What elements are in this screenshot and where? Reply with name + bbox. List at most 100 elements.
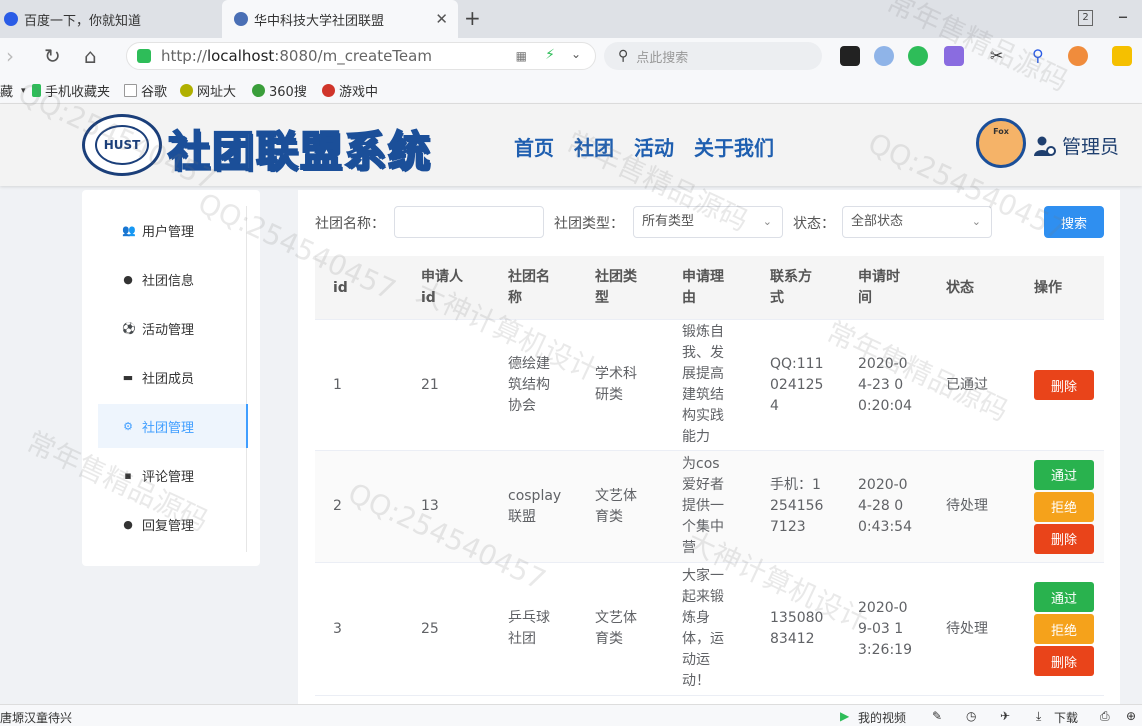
reload-icon[interactable]: ↻ [44,44,61,68]
nav-activities[interactable]: 活动 [634,132,674,161]
seal-text: HUST [95,125,149,165]
browser-search-box[interactable]: ⚲ 点此搜索 [604,42,822,70]
approve-button[interactable]: 通过 [1034,459,1094,490]
club-type-select[interactable]: 所有类型 ⌄ [633,206,783,238]
sidebar-item-label: 用户管理 [142,224,195,240]
game-icon [322,84,335,97]
folder-icon: ▬ [122,370,134,384]
site-icon [252,84,265,97]
cell-club-name: 德绘建筑结构协会 [508,355,550,414]
extension-icon[interactable] [874,46,894,66]
comment-icon: ▪ [124,468,132,482]
system-title-logo: 社团联盟系统 [167,126,433,177]
club-name-label: 社团名称： [315,216,385,232]
sidebar-item-label: 社团信息 [142,273,195,289]
download-icon: ⤓ [1036,709,1042,723]
cell-contact: 手机：12541567123 [770,477,824,535]
bookmark-item[interactable]: 网址大 [180,81,236,100]
chat-icon: ● [123,272,133,286]
cell-club-name: cosplay联盟 [508,487,562,525]
site-icon [180,84,193,97]
column-header: 申请理由 [682,269,724,306]
sidebar-item-comments[interactable]: ▪ 评论管理 [98,453,248,497]
address-bar[interactable]: http://localhost:8080/m_createTeam ▦ ⚡ ⌄ [126,42,596,70]
home-icon[interactable]: ⌂ [84,44,97,68]
reject-button[interactable]: 拒绝 [1034,491,1094,522]
cell-time: 2020-09-03 13:26:19 [858,599,912,658]
sidebar-item-club-management[interactable]: ⚙ 社团管理 [98,404,248,448]
video-icon: ▶ [840,709,850,723]
phone-icon [32,84,41,97]
search-button[interactable]: 搜索 [1044,206,1104,238]
sidebar-item-members[interactable]: ▬ 社团成员 [98,355,248,399]
delete-button[interactable]: 删除 [1034,370,1094,400]
cell-time: 2020-04-28 00:43:54 [858,477,912,535]
column-header: id [333,279,348,296]
cell-club-type: 学术科研类 [595,366,637,403]
close-tab-icon[interactable]: ✕ [435,10,448,28]
my-videos-link[interactable]: 我的视频 [858,709,906,726]
translate-icon[interactable] [944,46,964,66]
club-name-input[interactable] [394,206,544,238]
extension-icon[interactable] [1112,46,1132,66]
url-text: http://localhost:8080/m_createTeam [161,47,432,65]
cell-status: 待处理 [946,498,988,514]
avatar-label: Fox [993,127,1009,136]
bookmark-item[interactable]: 游戏中 [322,81,378,100]
table-row: 2 13 cosplay联盟 文艺体育类 为cos爱好者提供一个集中营 手机：1… [315,451,1104,563]
zoom-icon[interactable]: ⊕ [1126,709,1136,723]
scissors-icon[interactable]: ✂ [990,46,1010,66]
bookmark-item[interactable]: 藏 ▾ [0,81,26,100]
search-icon[interactable]: ⚲ [1032,46,1052,66]
bookmark-item[interactable]: 手机收藏夹 [32,81,110,100]
nav-home[interactable]: 首页 [514,132,554,161]
avatar[interactable]: Fox [976,118,1026,168]
status-select[interactable]: 全部状态 ⌄ [842,206,992,238]
page-icon [124,84,137,97]
user-menu[interactable]: 管理员 [1034,132,1119,159]
column-header: 联系方式 [770,269,812,306]
delete-button[interactable]: 删除 [1034,523,1094,554]
club-type-label: 社团类型： [554,216,624,232]
new-tab-icon[interactable]: + [464,6,481,30]
minimize-icon[interactable]: – [1118,4,1128,28]
chevron-down-icon[interactable]: ⌄ [571,47,581,61]
sidebar-item-club-info[interactable]: ● 社团信息 [98,257,248,301]
tab-count-badge[interactable]: 2 [1078,10,1093,26]
sidebar-item-users[interactable]: 👥 用户管理 [98,208,248,252]
delete-button[interactable]: 删除 [1034,646,1094,676]
cell-reason: 锻炼自我、发展提高建筑结构实践能力 [682,324,724,445]
rocket-icon[interactable]: ✈ [1000,709,1010,723]
nav-clubs[interactable]: 社团 [574,132,614,161]
search-placeholder: 点此搜索 [636,50,689,66]
sidebar-item-activities[interactable]: ⚽ 活动管理 [98,306,248,350]
status-label: 状态： [793,216,835,232]
reject-button[interactable]: 拒绝 [1034,614,1094,644]
forward-icon[interactable]: › [6,44,14,68]
leaf-icon[interactable]: ✎ [932,709,942,723]
clock-icon[interactable]: ◷ [966,709,976,723]
reply-icon: ● [123,517,133,531]
status-text: 唐塬汉童待兴 [0,711,73,725]
approve-button[interactable]: 通过 [1034,582,1094,612]
search-icon: ⚲ [618,48,629,64]
bookmark-item[interactable]: 谷歌 [124,81,167,100]
browser-tab-baidu[interactable]: 百度一下，你就知道 [0,0,222,38]
cell-actions: 通过 拒绝 删除 [1034,451,1094,562]
printer-icon[interactable]: ⎙ [1100,709,1110,724]
qr-code-icon[interactable]: ▦ [516,49,527,63]
sidebar-item-label: 回复管理 [142,518,195,534]
sidebar-item-replies[interactable]: ● 回复管理 [98,502,248,546]
selected-value: 全部状态 [851,214,904,229]
browser-tab-hust[interactable]: 华中科技大学社团联盟 ✕ [222,0,458,38]
cell-actions: 通过 拒绝 删除 [1034,563,1094,695]
extension-icon[interactable] [840,46,860,66]
lightning-icon[interactable]: ⚡ [545,47,555,63]
game-icon[interactable] [1068,46,1088,66]
extension-icon[interactable] [908,46,928,66]
nav-about[interactable]: 关于我们 [694,132,774,161]
users-icon: 👥 [122,223,136,237]
browser-nav-bar: › ↻ ⌂ http://localhost:8080/m_createTeam… [0,38,1142,74]
bookmark-item[interactable]: 360搜 [252,81,307,100]
download-link[interactable]: 下载 [1054,709,1078,726]
